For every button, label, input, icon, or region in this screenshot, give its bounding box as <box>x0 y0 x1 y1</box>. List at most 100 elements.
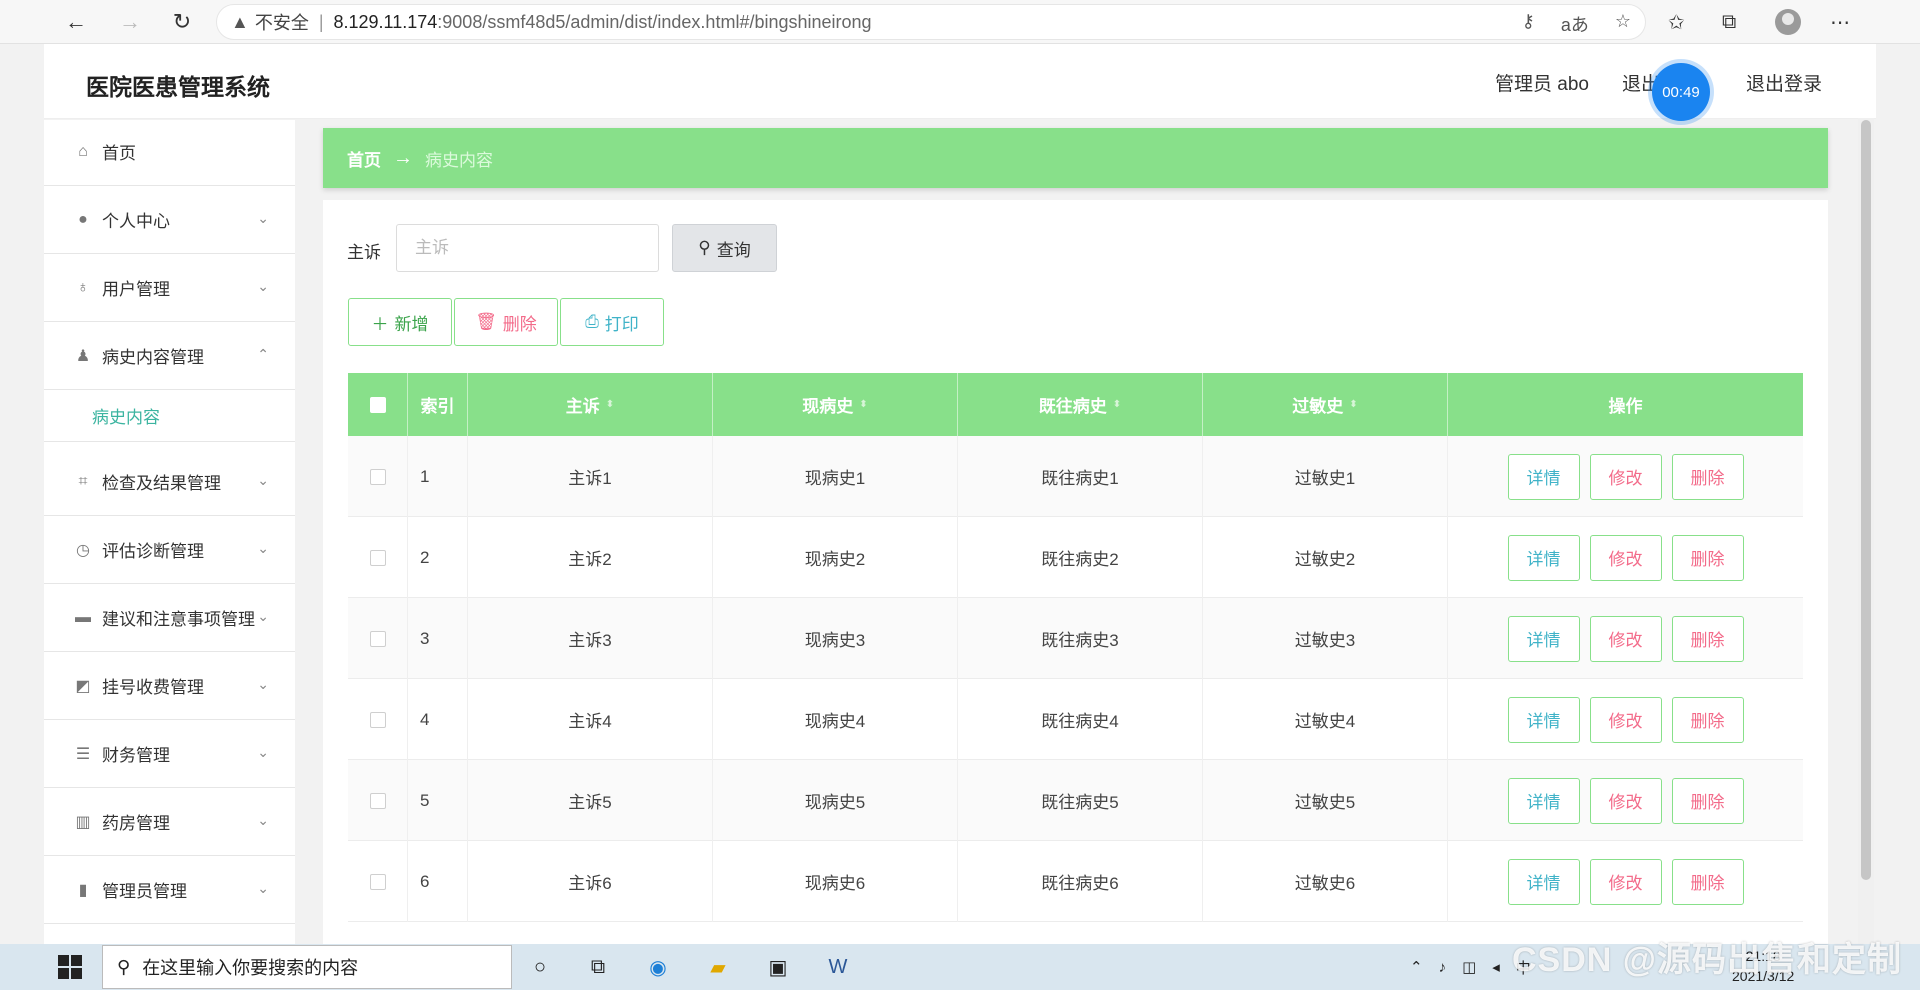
row-select-cell <box>348 517 408 598</box>
chevron-down-icon: ⌄ <box>257 744 269 760</box>
table-row: 2 主诉2 现病史2 既往病史2 过敏史2 详情 修改 删除 <box>348 517 1803 598</box>
detail-button[interactable]: 详情 <box>1507 534 1580 581</box>
recording-timer[interactable]: 00:49 <box>1652 63 1710 121</box>
sidebar-item-label: 用户管理 <box>102 280 170 299</box>
row-delete-button[interactable]: 删除 <box>1671 615 1744 662</box>
sidebar-item-finance-management[interactable]: ☰ 财务管理 ⌄ <box>44 720 295 788</box>
delete-button[interactable]: 🗑 删除 <box>454 298 558 346</box>
sidebar-item-advice-management[interactable]: ▬ 建议和注意事项管理 ⌄ <box>44 584 295 652</box>
sidebar-item-diagnosis-management[interactable]: ◷ 评估诊断管理 ⌄ <box>44 516 295 584</box>
header-complaint-label: 主诉 <box>565 397 600 416</box>
network-icon[interactable]: ◫ <box>1462 958 1476 976</box>
cell-allergy: 过敏史6 <box>1203 841 1448 922</box>
cell-present-history: 现病史3 <box>713 598 958 679</box>
row-checkbox[interactable] <box>369 873 386 890</box>
header-past-history[interactable]: 既往病史 ⬍ <box>958 373 1203 436</box>
complaint-search-input[interactable] <box>396 224 659 272</box>
edit-button[interactable]: 修改 <box>1589 777 1662 824</box>
sidebar-item-exam-management[interactable]: ⌗ 检查及结果管理 ⌄ <box>44 448 295 516</box>
detail-button[interactable]: 详情 <box>1507 453 1580 500</box>
cell-complaint: 主诉1 <box>468 436 713 517</box>
header-allergy[interactable]: 过敏史 ⬍ <box>1203 373 1448 436</box>
forward-icon[interactable]: → <box>114 6 146 38</box>
back-icon[interactable]: ← <box>60 6 92 38</box>
header-present-history[interactable]: 现病史 ⬍ <box>713 373 958 436</box>
edit-button[interactable]: 修改 <box>1589 696 1662 743</box>
row-delete-button[interactable]: 删除 <box>1671 453 1744 500</box>
row-checkbox[interactable] <box>369 468 386 485</box>
sidebar-item-label: 建议和注意事项管理 <box>102 610 255 629</box>
row-delete-button[interactable]: 删除 <box>1671 534 1744 581</box>
profile-button[interactable] <box>1775 6 1801 38</box>
detail-button[interactable]: 详情 <box>1507 696 1580 743</box>
edit-button[interactable]: 修改 <box>1589 453 1662 500</box>
row-select-cell <box>348 760 408 841</box>
csdn-watermark: CSDN @源码出售和定制 <box>1512 941 1902 979</box>
row-delete-button[interactable]: 删除 <box>1671 858 1744 905</box>
translate-icon[interactable]: aあ <box>1561 11 1589 37</box>
cortana-icon[interactable]: ○ <box>525 952 555 982</box>
favorite-add-icon[interactable]: ☆ <box>1615 11 1631 37</box>
sidebar-item-personal-center[interactable]: ● 个人中心 ⌄ <box>44 186 295 254</box>
more-icon[interactable]: ⋯ <box>1830 6 1850 38</box>
header-complaint[interactable]: 主诉 ⬍ <box>468 373 713 436</box>
key-icon[interactable]: ⚷ <box>1522 11 1535 37</box>
search-icon: ⚲ <box>698 238 711 257</box>
query-button[interactable]: ⚲ 查询 <box>672 224 777 272</box>
row-checkbox[interactable] <box>369 630 386 647</box>
sidebar-item-label: 首页 <box>102 144 136 163</box>
breadcrumb-home[interactable]: 首页 <box>347 146 381 171</box>
edit-button[interactable]: 修改 <box>1589 858 1662 905</box>
sidebar-item-pharmacy-management[interactable]: ▥ 药房管理 ⌄ <box>44 788 295 856</box>
cell-index: 5 <box>408 760 468 841</box>
chevron-up-icon: ⌃ <box>257 346 269 362</box>
row-checkbox[interactable] <box>369 792 386 809</box>
volume-icon[interactable]: ◂ <box>1492 958 1500 976</box>
sidebar-item-admin-management[interactable]: ▮ 管理员管理 ⌄ <box>44 856 295 924</box>
url-host: 8.129.11.174 <box>333 11 438 32</box>
sidebar-item-user-management[interactable]: ♁ 用户管理 ⌄ <box>44 254 295 322</box>
detail-button[interactable]: 详情 <box>1507 858 1580 905</box>
scrollbar-thumb[interactable] <box>1861 120 1871 880</box>
browser-toolbar: ← → ↻ ▲ 不安全 | 8.129.11.174 :9008/ssmf48d… <box>0 0 1920 44</box>
print-button[interactable]: ⎙ 打印 <box>560 298 664 346</box>
detail-button[interactable]: 详情 <box>1507 615 1580 662</box>
sidebar-item-label: 药房管理 <box>102 814 170 833</box>
windows-start-icon[interactable] <box>58 955 82 979</box>
favorites-icon[interactable]: ✩ <box>1668 6 1685 38</box>
sidebar-subitem-history-content[interactable]: 病史内容 <box>44 390 295 442</box>
select-all-checkbox[interactable] <box>369 396 386 413</box>
add-button[interactable]: ＋新增 <box>348 298 452 346</box>
row-delete-button[interactable]: 删除 <box>1671 696 1744 743</box>
row-checkbox[interactable] <box>369 549 386 566</box>
taskbar-search-box[interactable]: ⚲ 在这里输入你要搜索的内容 <box>102 945 512 989</box>
cell-complaint: 主诉4 <box>468 679 713 760</box>
edge-icon[interactable]: ◉ <box>643 952 673 982</box>
file-explorer-icon[interactable]: ▰ <box>703 952 733 982</box>
table-row: 3 主诉3 现病史3 既往病史3 过敏史3 详情 修改 删除 <box>348 598 1803 679</box>
url-path: :9008/ssmf48d5/admin/dist/index.html#/bi… <box>437 11 872 32</box>
logout-link[interactable]: 退出登录 <box>1746 69 1822 96</box>
task-view-icon[interactable]: ⧉ <box>583 952 613 982</box>
tray-expand-icon[interactable]: ⌃ <box>1410 958 1423 976</box>
row-checkbox[interactable] <box>369 711 386 728</box>
collections-icon[interactable]: ⧉ <box>1722 6 1736 38</box>
sidebar-item-registration-management[interactable]: ◩ 挂号收费管理 ⌄ <box>44 652 295 720</box>
edit-button[interactable]: 修改 <box>1589 534 1662 581</box>
edit-button[interactable]: 修改 <box>1589 615 1662 662</box>
store-icon[interactable]: ▣ <box>763 952 793 982</box>
header-allergy-label: 过敏史 <box>1292 397 1344 416</box>
row-delete-button[interactable]: 删除 <box>1671 777 1744 824</box>
microphone-icon[interactable]: ♪ <box>1439 959 1447 976</box>
address-bar[interactable]: ▲ 不安全 | 8.129.11.174 :9008/ssmf48d5/admi… <box>216 4 1646 40</box>
sidebar-item-label: 病史内容管理 <box>102 348 204 367</box>
cell-index: 6 <box>408 841 468 922</box>
user-icon: ● <box>78 210 88 228</box>
vertical-scrollbar[interactable] <box>1858 118 1874 944</box>
word-icon[interactable]: W <box>823 952 853 982</box>
detail-button[interactable]: 详情 <box>1507 777 1580 824</box>
sidebar-item-history-management[interactable]: ♟ 病史内容管理 ⌃ <box>44 322 295 390</box>
refresh-icon[interactable]: ↻ <box>166 6 198 38</box>
sidebar-item-home[interactable]: ⌂ 首页 <box>44 118 295 186</box>
clock-icon: ◷ <box>76 541 90 559</box>
